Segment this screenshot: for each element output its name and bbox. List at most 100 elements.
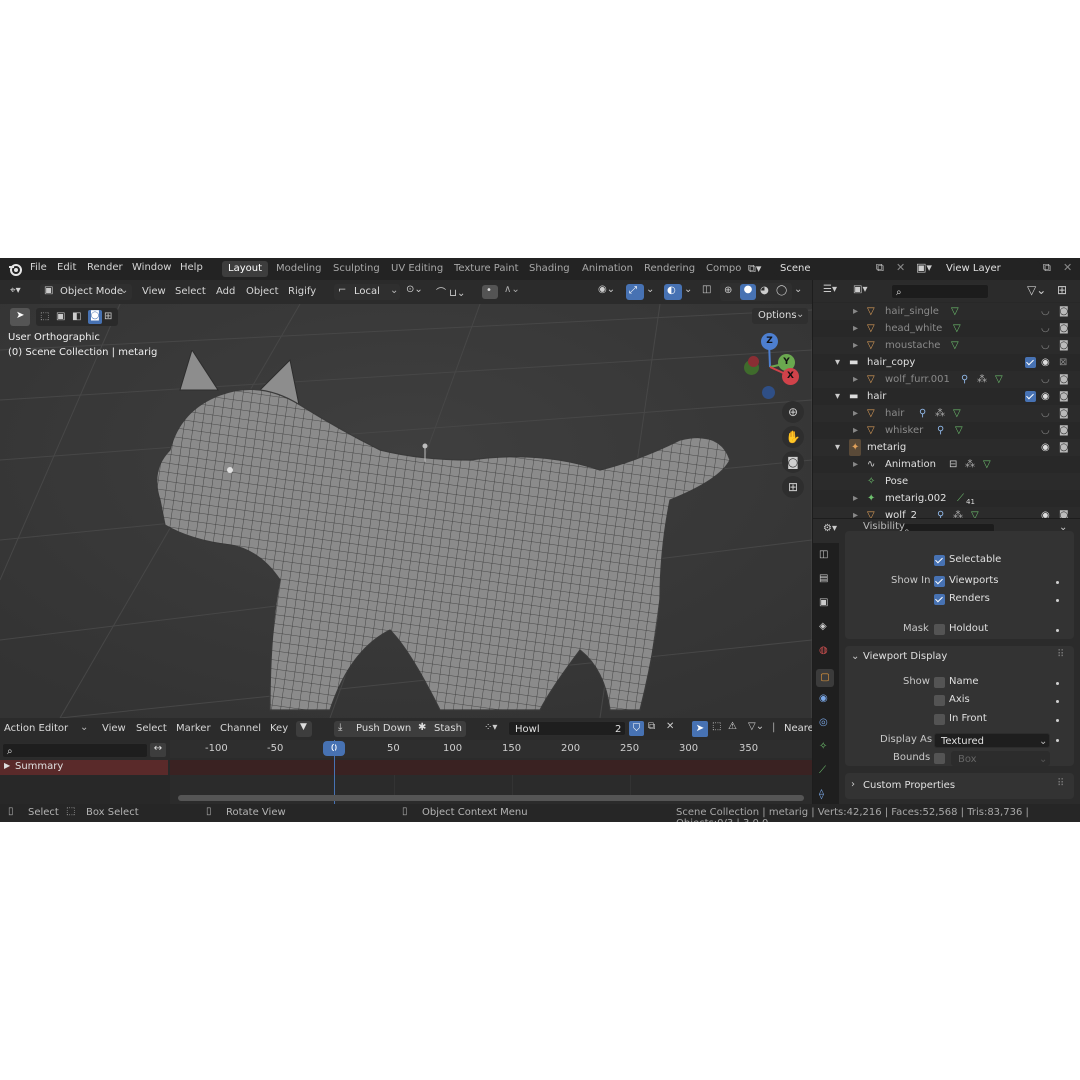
- outliner-row[interactable]: ▸ ▽ hair_single ▽ ◡ ◙: [813, 303, 1080, 320]
- object-tab-icon[interactable]: ▢: [816, 669, 834, 687]
- outliner-item-name[interactable]: metarig: [867, 439, 906, 456]
- visibility-eye-icon[interactable]: ◉: [1041, 507, 1050, 518]
- in-front-checkbox[interactable]: [934, 714, 945, 725]
- menu-render[interactable]: Render: [87, 262, 123, 273]
- render-tab-icon[interactable]: ▤: [819, 573, 828, 584]
- tab-sculpting[interactable]: Sculpting: [327, 261, 386, 277]
- overlays-toggle-button[interactable]: ◐: [664, 284, 682, 300]
- outliner-row[interactable]: ▸ ▽ hair ⚲ ⁂ ▽ ◡ ◙: [813, 405, 1080, 422]
- keyframe-dot[interactable]: [1056, 719, 1059, 722]
- zoom-icon[interactable]: ⊕: [782, 401, 804, 423]
- stash-button[interactable]: Stash: [434, 723, 462, 734]
- action-datablock-icon[interactable]: ⁘▾: [484, 722, 497, 733]
- render-camera-icon[interactable]: ◙: [1059, 320, 1069, 337]
- outliner-item-name[interactable]: hair: [867, 388, 886, 405]
- physics-tab-icon[interactable]: ✧: [819, 741, 827, 752]
- snap-icon[interactable]: ⌒ ⊔⌄: [436, 284, 465, 299]
- expand-arrow-icon[interactable]: ▸: [853, 456, 858, 473]
- expand-arrow-icon[interactable]: ▸: [853, 422, 858, 439]
- camera-view-icon[interactable]: ◙: [782, 451, 804, 473]
- drag-handle-icon[interactable]: ⠿: [1057, 649, 1064, 660]
- view-options-icon[interactable]: ▣▾: [853, 284, 867, 295]
- hide-eye-closed-icon[interactable]: ◡: [1041, 371, 1050, 388]
- outliner-item-name[interactable]: hair_single: [885, 303, 939, 320]
- visibility-eye-icon[interactable]: ◉: [1041, 354, 1050, 371]
- vp-menu-rigify[interactable]: Rigify: [288, 286, 316, 297]
- vp-menu-add[interactable]: Add: [216, 286, 235, 297]
- outliner-item-name[interactable]: head_white: [885, 320, 942, 337]
- render-camera-icon[interactable]: ◙: [1059, 388, 1069, 405]
- new-scene-icon[interactable]: ⧉: [876, 261, 884, 275]
- renders-checkbox[interactable]: [934, 594, 945, 605]
- select-intersect-icon[interactable]: ⊞: [104, 311, 112, 322]
- expand-arrow-icon[interactable]: ▸: [853, 507, 858, 518]
- menu-window[interactable]: Window: [132, 262, 171, 273]
- world-tab-icon[interactable]: ◍: [819, 645, 828, 656]
- render-camera-icon[interactable]: ◙: [1059, 303, 1069, 320]
- custom-properties-panel[interactable]: › Custom Properties ⠿: [845, 773, 1074, 799]
- solid-shading-icon[interactable]: ●: [740, 284, 756, 300]
- hide-eye-closed-icon[interactable]: ◡: [1041, 405, 1050, 422]
- wireframe-shading-icon[interactable]: ⊕: [724, 285, 732, 296]
- display-as-dropdown[interactable]: Textured ⌄: [934, 733, 1050, 748]
- tab-modeling[interactable]: Modeling: [270, 261, 328, 277]
- perspective-grid-icon[interactable]: ⊞: [782, 476, 804, 498]
- exclude-checkbox[interactable]: [1025, 391, 1036, 402]
- keyframe-area[interactable]: [170, 740, 812, 804]
- chevron-down-icon[interactable]: ⌄: [684, 284, 692, 295]
- visibility-eye-icon[interactable]: ◉: [1041, 439, 1050, 456]
- editor-type-icon[interactable]: ⚙▾: [823, 523, 837, 534]
- keyframe-dot[interactable]: [1056, 629, 1059, 632]
- gizmo-neg-x-axis[interactable]: [748, 356, 759, 367]
- only-errors-warning-icon[interactable]: ⚠: [728, 721, 737, 732]
- hide-eye-closed-icon[interactable]: ◡: [1041, 303, 1050, 320]
- chevron-down-icon[interactable]: ⌄: [646, 284, 654, 295]
- outliner-item-name[interactable]: whisker: [885, 422, 923, 439]
- mode-selector[interactable]: ▣ Object Mode ⌄: [40, 284, 132, 300]
- new-view-layer-icon[interactable]: ⧉: [1043, 261, 1051, 275]
- render-camera-icon[interactable]: ⊠: [1059, 354, 1067, 371]
- vp-menu-view[interactable]: View: [142, 286, 166, 297]
- pivot-point-icon[interactable]: ⊙⌄: [406, 284, 423, 295]
- outliner-row[interactable]: ▸ ▽ wolf_furr.001 ⚲ ⁂ ▽ ◡ ◙: [813, 371, 1080, 388]
- pan-hand-icon[interactable]: ✋: [782, 426, 804, 448]
- tool-tab-icon[interactable]: ◫: [819, 549, 828, 560]
- ae-menu-key[interactable]: Key: [270, 723, 288, 734]
- outliner-row[interactable]: ▾ ✦ metarig ◉ ◙: [813, 439, 1080, 456]
- ae-menu-view[interactable]: View: [102, 723, 126, 734]
- bounds-type-dropdown[interactable]: Box ⌄: [951, 751, 1050, 766]
- outliner-row[interactable]: ▸ ▽ head_white ▽ ◡ ◙: [813, 320, 1080, 337]
- xray-icon[interactable]: ◫: [702, 284, 711, 295]
- new-collection-icon[interactable]: ⊞: [1057, 283, 1067, 297]
- vp-menu-select[interactable]: Select: [175, 286, 206, 297]
- show-hidden-icon[interactable]: ⬚: [712, 721, 721, 732]
- navigation-gizmo[interactable]: Z Y X: [740, 330, 806, 399]
- exclude-checkbox[interactable]: [1025, 357, 1036, 368]
- hide-eye-closed-icon[interactable]: ◡: [1041, 422, 1050, 439]
- tab-layout[interactable]: Layout: [222, 261, 268, 277]
- particles-tab-icon[interactable]: ◎: [819, 717, 828, 728]
- select-invert-icon[interactable]: ◙: [88, 310, 102, 324]
- tab-uv-editing[interactable]: UV Editing: [385, 261, 449, 277]
- filter-icon[interactable]: ▽⌄: [1027, 283, 1046, 297]
- outliner-row[interactable]: ▸ ∿ Animation ⊟ ⁂ ▽: [813, 456, 1080, 473]
- scene-icon[interactable]: ⧉▾: [748, 262, 761, 276]
- material-shading-icon[interactable]: ◕: [760, 285, 769, 296]
- transform-orientation-dropdown[interactable]: ⌐ Local ⌄: [334, 284, 400, 300]
- blender-logo-icon[interactable]: [8, 262, 22, 276]
- render-camera-icon[interactable]: ◙: [1059, 405, 1069, 422]
- expand-arrow-icon[interactable]: ▸: [853, 337, 858, 354]
- action-name-field[interactable]: Howl 2: [508, 721, 626, 736]
- menu-help[interactable]: Help: [180, 262, 203, 273]
- visibility-eye-icon[interactable]: ◉⌄: [598, 284, 615, 295]
- data-tab-icon[interactable]: ⟠: [819, 789, 824, 800]
- collapse-arrow-icon[interactable]: ▾: [835, 388, 840, 405]
- constraints-tab-icon[interactable]: ⟋: [819, 765, 826, 776]
- bounds-checkbox[interactable]: [934, 753, 945, 764]
- fake-user-shield-icon[interactable]: ⛉: [629, 721, 644, 736]
- push-down-icon[interactable]: ⤓: [338, 722, 342, 733]
- render-camera-icon[interactable]: ◙: [1059, 371, 1069, 388]
- outliner-row[interactable]: ▸ ▽ wolf_2 ⚲ ⁂ ▽ ◉ ◙: [813, 507, 1080, 518]
- visibility-eye-icon[interactable]: ◉: [1041, 388, 1050, 405]
- remove-view-layer-icon[interactable]: ✕: [1063, 261, 1072, 274]
